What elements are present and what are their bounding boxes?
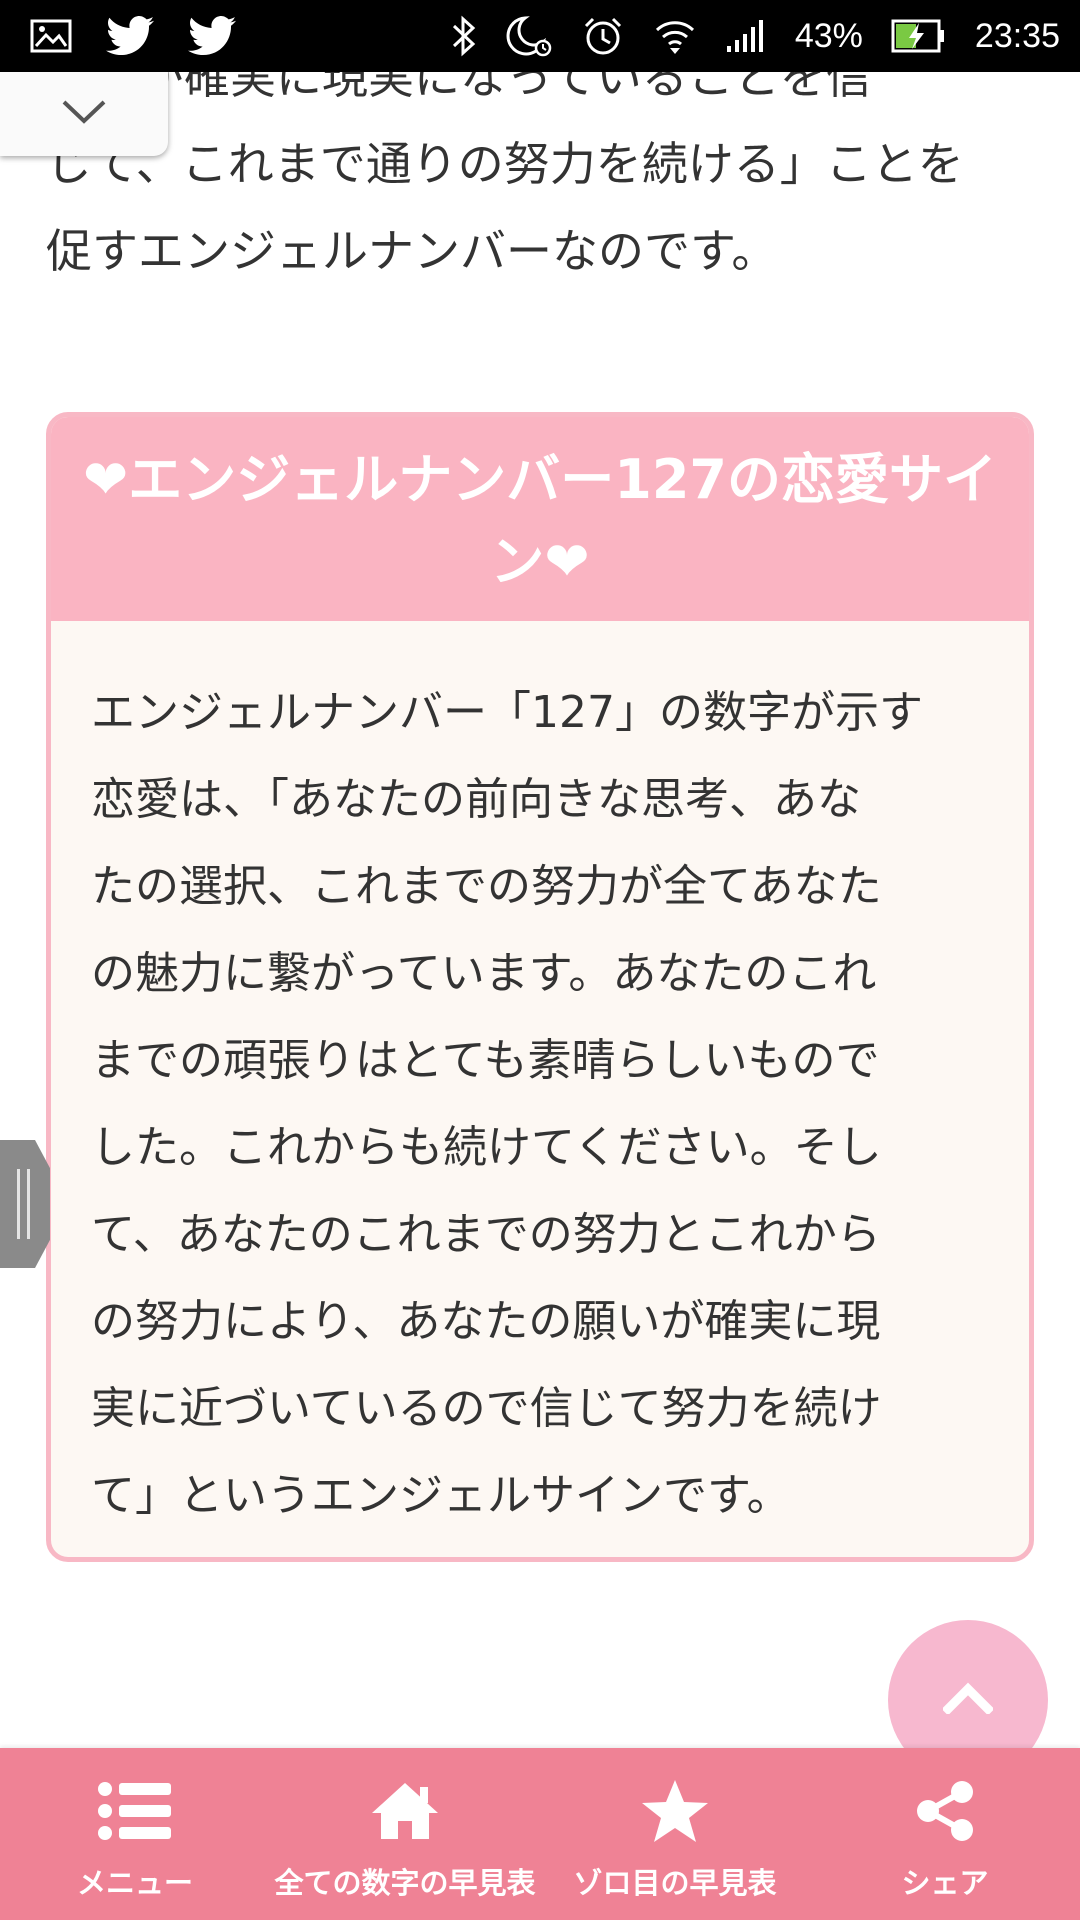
body-line: エンジェルナンバー「127」の数字が示す xyxy=(91,687,923,738)
battery-charging-icon xyxy=(891,19,947,53)
twitter-icon xyxy=(106,16,154,56)
body-line: した。これからも続けてください。そし xyxy=(91,1122,882,1173)
share-icon xyxy=(912,1776,978,1846)
nav-all-numbers-button[interactable]: 全ての数字の早見表 xyxy=(270,1748,540,1920)
love-sign-heading: ❤エンジェルナンバー127の恋愛サイ ン❤ xyxy=(51,417,1029,621)
body-line: て」というエンジェルサインです。 xyxy=(91,1470,791,1521)
bluetooth-icon xyxy=(451,15,477,57)
star-icon xyxy=(640,1776,710,1846)
scroll-to-top-button[interactable] xyxy=(888,1620,1048,1748)
love-sign-box: ❤エンジェルナンバー127の恋愛サイ ン❤ エンジェルナンバー「127」の数字が… xyxy=(46,412,1034,1562)
nav-menu-button[interactable]: メニュー xyxy=(0,1748,270,1920)
home-icon xyxy=(370,1776,440,1846)
clock: 23:35 xyxy=(974,16,1060,55)
nav-label: シェア xyxy=(901,1866,989,1900)
intro-line: 促すエンジェルナンバーなのです。 xyxy=(46,224,778,278)
bottom-navigation: メニュー 全ての数字の早見表 ゾロ目の早見表 シェア xyxy=(0,1748,1080,1920)
body-line: 恋愛は、「あなたの前向きな思考、あな xyxy=(91,774,861,825)
nav-repdigit-button[interactable]: ゾロ目の早見表 xyxy=(540,1748,810,1920)
drag-handle-icon xyxy=(16,1169,30,1239)
battery-percent: 43% xyxy=(794,16,863,55)
intro-line: 願いが確実に現実になっていることを信 xyxy=(46,72,872,104)
nav-label: 全ての数字の早見表 xyxy=(274,1866,536,1900)
collapse-header-button[interactable] xyxy=(0,72,168,156)
body-line: までの頑張りはとても素晴らしいもので xyxy=(91,1035,880,1086)
menu-list-icon xyxy=(97,1776,173,1846)
body-line: て、あなたのこれまでの努力とこれから xyxy=(91,1209,881,1260)
body-line: たの選択、これまでの努力が全てあなた xyxy=(91,861,882,912)
signal-icon xyxy=(725,18,767,54)
nav-share-button[interactable]: シェア xyxy=(810,1748,1080,1920)
body-line: 実に近づいているので信じて努力を続け xyxy=(91,1383,882,1434)
love-sign-body: エンジェルナンバー「127」の数字が示す 恋愛は、「あなたの前向きな思考、あな … xyxy=(51,621,1029,1539)
body-line: の努力により、あなたの願いが確実に現 xyxy=(91,1296,881,1347)
article-content[interactable]: 願いが確実に現実になっていることを信 じて、これまで通りの努力を続ける」ことを … xyxy=(0,72,1080,1748)
alarm-icon xyxy=(581,14,625,58)
side-drawer-handle[interactable] xyxy=(0,1140,50,1268)
intro-line: じて、これまで通りの努力を続ける」ことを xyxy=(46,137,964,191)
image-icon xyxy=(30,19,72,53)
heading-line: ン❤ xyxy=(490,530,590,593)
body-line: の魅力に繋がっています。あなたのこれ xyxy=(91,948,877,999)
status-bar: 43% 23:35 xyxy=(0,0,1080,72)
wifi-icon xyxy=(653,16,697,56)
chevron-down-icon xyxy=(61,99,107,129)
chevron-up-icon xyxy=(941,1682,995,1718)
nav-label: メニュー xyxy=(76,1866,193,1900)
heading-line: ❤エンジェルナンバー127の恋愛サイ xyxy=(83,448,997,511)
nav-label: ゾロ目の早見表 xyxy=(573,1866,777,1900)
night-mode-icon xyxy=(505,14,553,58)
twitter-icon xyxy=(188,16,236,56)
